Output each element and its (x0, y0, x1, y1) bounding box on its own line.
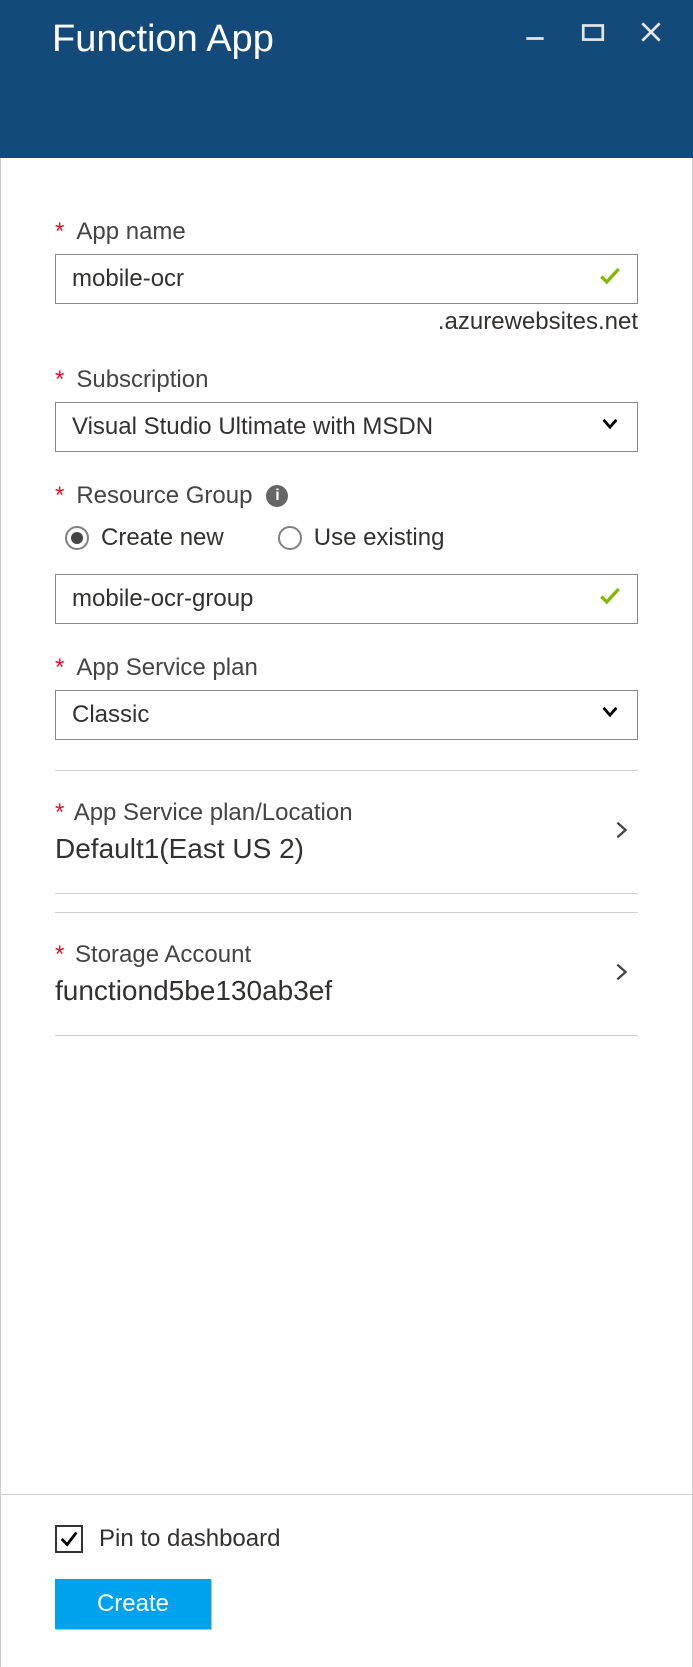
app-service-plan-group: * App Service plan Classic (55, 654, 638, 740)
form-area: * App name .azurewebsites.net * Subscrip… (1, 158, 692, 1494)
maximize-icon (580, 19, 606, 45)
minimize-button[interactable] (521, 18, 549, 46)
storage-account-label-text: Storage Account (75, 941, 251, 968)
app-name-group: * App name .azurewebsites.net (55, 218, 638, 336)
footer-area: Pin to dashboard Create (1, 1494, 692, 1667)
resource-group-radio-row: Create new Use existing (65, 524, 638, 552)
app-service-plan-label-text: App Service plan (76, 654, 257, 682)
nav-row-content: * Storage Account functiond5be130ab3ef (55, 941, 332, 1007)
subscription-label-text: Subscription (76, 366, 208, 394)
app-name-label: * App name (55, 218, 638, 246)
required-asterisk: * (55, 366, 64, 394)
resource-group-label-text: Resource Group (76, 482, 252, 510)
close-button[interactable] (637, 18, 665, 46)
resource-group-input[interactable] (72, 585, 587, 613)
subscription-label: * Subscription (55, 366, 638, 394)
app-name-input-wrap[interactable] (55, 254, 638, 304)
minimize-icon (522, 19, 548, 45)
radio-create-new-label: Create new (101, 524, 224, 552)
required-asterisk: * (55, 218, 64, 246)
app-name-input[interactable] (72, 265, 587, 293)
radio-create-new[interactable]: Create new (65, 524, 224, 552)
subscription-group: * Subscription Visual Studio Ultimate wi… (55, 366, 638, 452)
valid-check-icon (597, 583, 623, 616)
titlebar-buttons (521, 18, 665, 46)
subscription-select[interactable]: Visual Studio Ultimate with MSDN (55, 402, 638, 452)
blade-body: * App name .azurewebsites.net * Subscrip… (0, 158, 693, 1667)
resource-group-input-wrap[interactable] (55, 574, 638, 624)
radio-icon (278, 526, 302, 550)
app-service-plan-value: Classic (72, 701, 149, 729)
app-service-plan-location-label: * App Service plan/Location (55, 799, 353, 827)
app-service-plan-location-label-text: App Service plan/Location (74, 799, 353, 826)
create-button[interactable]: Create (55, 1579, 211, 1629)
app-name-label-text: App name (76, 218, 185, 246)
blade-header: Function App (0, 0, 693, 158)
chevron-right-icon (610, 816, 632, 849)
required-asterisk: * (55, 482, 64, 510)
valid-check-icon (597, 263, 623, 296)
app-service-plan-location-row[interactable]: * App Service plan/Location Default1(Eas… (55, 770, 638, 894)
storage-account-value: functiond5be130ab3ef (55, 975, 332, 1007)
app-service-plan-label: * App Service plan (55, 654, 638, 682)
app-service-plan-location-value: Default1(East US 2) (55, 833, 353, 865)
radio-use-existing-label: Use existing (314, 524, 445, 552)
chevron-down-icon (599, 413, 621, 442)
nav-row-content: * App Service plan/Location Default1(Eas… (55, 799, 353, 865)
checkbox-icon (55, 1525, 83, 1553)
radio-use-existing[interactable]: Use existing (278, 524, 445, 552)
storage-account-label: * Storage Account (55, 941, 332, 969)
chevron-right-icon (610, 958, 632, 991)
resource-group-label: * Resource Group i (55, 482, 638, 510)
pin-to-dashboard-checkbox[interactable]: Pin to dashboard (55, 1525, 638, 1553)
radio-icon (65, 526, 89, 550)
maximize-button[interactable] (579, 18, 607, 46)
chevron-down-icon (599, 701, 621, 730)
app-service-plan-select[interactable]: Classic (55, 690, 638, 740)
app-name-suffix: .azurewebsites.net (55, 308, 638, 336)
pin-to-dashboard-label: Pin to dashboard (99, 1525, 280, 1553)
required-asterisk: * (55, 799, 64, 826)
subscription-value: Visual Studio Ultimate with MSDN (72, 413, 433, 441)
storage-account-row[interactable]: * Storage Account functiond5be130ab3ef (55, 912, 638, 1036)
required-asterisk: * (55, 941, 64, 968)
required-asterisk: * (55, 654, 64, 682)
info-icon[interactable]: i (266, 485, 288, 507)
resource-group-group: * Resource Group i Create new Use existi… (55, 482, 638, 624)
close-icon (638, 19, 664, 45)
